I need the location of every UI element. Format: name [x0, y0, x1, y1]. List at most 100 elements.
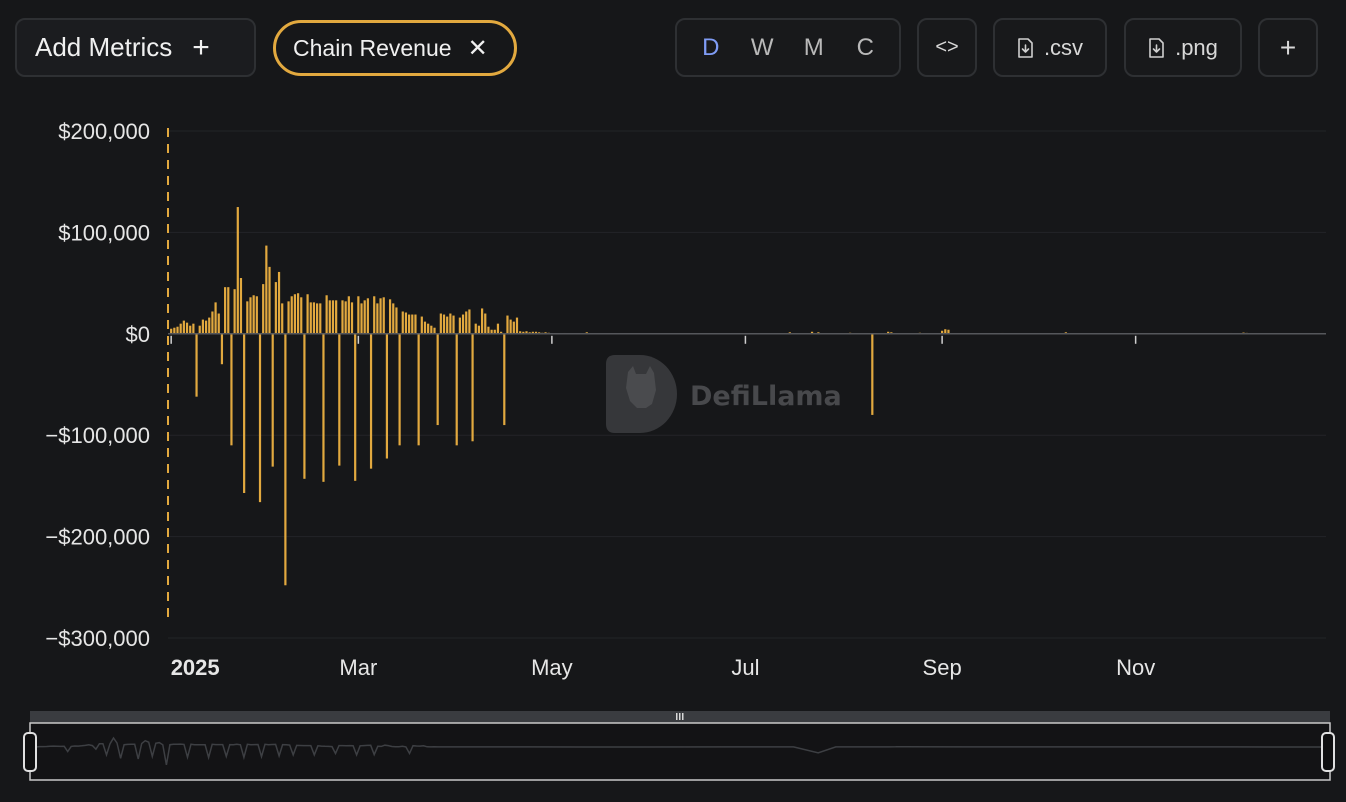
bar[interactable]: [322, 333, 325, 482]
bar[interactable]: [369, 333, 373, 469]
bar[interactable]: [487, 326, 490, 334]
bar[interactable]: [376, 303, 379, 334]
bar[interactable]: [395, 307, 398, 334]
bar[interactable]: [411, 314, 414, 334]
bar[interactable]: [312, 302, 316, 334]
bar[interactable]: [309, 302, 312, 334]
bar[interactable]: [230, 333, 233, 446]
bar[interactable]: [408, 314, 411, 334]
bar[interactable]: [477, 325, 481, 334]
bar[interactable]: [344, 301, 347, 334]
bar[interactable]: [287, 301, 290, 334]
bar[interactable]: [382, 297, 385, 334]
bar[interactable]: [338, 333, 341, 466]
bar[interactable]: [319, 303, 322, 334]
bar[interactable]: [271, 333, 274, 467]
bar[interactable]: [465, 311, 468, 334]
bar[interactable]: [436, 333, 439, 426]
bar[interactable]: [452, 315, 455, 334]
bar[interactable]: [192, 323, 195, 334]
bar[interactable]: [503, 333, 506, 426]
bar[interactable]: [446, 316, 449, 334]
bar[interactable]: [281, 303, 284, 334]
bar[interactable]: [284, 333, 287, 586]
bar[interactable]: [316, 303, 319, 334]
brush-right-handle[interactable]: [1321, 732, 1335, 772]
bar[interactable]: [357, 296, 360, 334]
bar[interactable]: [306, 294, 309, 334]
bar[interactable]: [328, 300, 331, 334]
bar[interactable]: [363, 300, 366, 334]
bar[interactable]: [195, 333, 198, 397]
bar[interactable]: [474, 323, 477, 334]
bar[interactable]: [480, 308, 484, 334]
bar[interactable]: [423, 321, 427, 334]
bar[interactable]: [268, 266, 271, 334]
bar[interactable]: [461, 314, 465, 334]
bar[interactable]: [515, 317, 519, 334]
bar[interactable]: [417, 333, 420, 446]
bar[interactable]: [506, 315, 509, 334]
bar[interactable]: [385, 333, 389, 459]
bar[interactable]: [258, 333, 262, 503]
bar[interactable]: [347, 296, 350, 334]
bar[interactable]: [182, 320, 185, 334]
bar[interactable]: [496, 323, 500, 334]
bar[interactable]: [170, 328, 173, 334]
bar[interactable]: [430, 325, 433, 334]
bar[interactable]: [341, 300, 344, 334]
bar[interactable]: [471, 333, 474, 442]
bar[interactable]: [246, 301, 249, 334]
bar[interactable]: [442, 314, 446, 334]
bar[interactable]: [179, 323, 182, 334]
bar[interactable]: [227, 287, 230, 334]
bar[interactable]: [201, 319, 204, 334]
bar[interactable]: [414, 314, 417, 334]
bar[interactable]: [208, 317, 211, 334]
bar[interactable]: [325, 295, 328, 334]
bar[interactable]: [392, 303, 395, 334]
bar[interactable]: [243, 333, 246, 493]
bar[interactable]: [214, 302, 217, 334]
bar[interactable]: [189, 325, 192, 334]
bar[interactable]: [277, 271, 281, 334]
bar[interactable]: [265, 245, 268, 334]
bar[interactable]: [204, 320, 208, 334]
bar[interactable]: [331, 300, 335, 334]
bar[interactable]: [176, 326, 179, 334]
bar[interactable]: [239, 278, 243, 334]
bar[interactable]: [449, 313, 452, 334]
bar[interactable]: [468, 309, 471, 334]
bar[interactable]: [379, 298, 382, 334]
bar[interactable]: [290, 296, 293, 334]
bar[interactable]: [335, 300, 338, 334]
bar[interactable]: [173, 327, 176, 334]
bar[interactable]: [398, 333, 401, 446]
bar[interactable]: [303, 333, 306, 479]
bar[interactable]: [401, 311, 404, 334]
brush-grip-icon[interactable]: [676, 713, 678, 720]
bar[interactable]: [484, 313, 487, 334]
range-brush[interactable]: [23, 711, 1335, 781]
bar[interactable]: [373, 296, 376, 334]
bar[interactable]: [198, 325, 201, 334]
bar[interactable]: [512, 321, 515, 334]
bar[interactable]: [220, 333, 224, 365]
bar[interactable]: [296, 293, 300, 334]
bar[interactable]: [211, 311, 214, 334]
bar[interactable]: [420, 316, 423, 334]
bar[interactable]: [350, 302, 354, 334]
bar[interactable]: [217, 313, 220, 334]
bar[interactable]: [427, 323, 430, 334]
bar[interactable]: [439, 313, 442, 334]
bar[interactable]: [360, 303, 363, 334]
bar[interactable]: [224, 287, 227, 334]
bar[interactable]: [404, 312, 408, 334]
bar[interactable]: [262, 284, 265, 334]
bar[interactable]: [255, 296, 258, 334]
bar[interactable]: [233, 289, 236, 334]
bar[interactable]: [871, 333, 874, 415]
bar[interactable]: [300, 297, 303, 334]
bar[interactable]: [388, 299, 392, 334]
bar[interactable]: [293, 294, 296, 334]
